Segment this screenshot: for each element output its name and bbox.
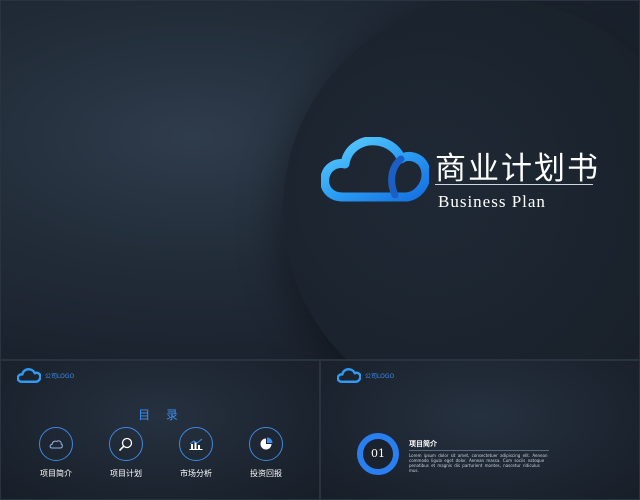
contents-slide-thumbnail[interactable]: 公司LOGO 目 录 项目简介 项目计划 市场分析 投资回报 bbox=[0, 360, 320, 500]
company-logo-text: 公司LOGO bbox=[45, 373, 75, 380]
section-number: 01 bbox=[371, 447, 385, 460]
cloud-icon bbox=[337, 368, 361, 383]
title-slide[interactable]: 商业计划书 Business Plan bbox=[0, 0, 640, 360]
toc-item-market[interactable]: 市场分析 bbox=[161, 427, 231, 479]
cloud-icon bbox=[49, 440, 63, 449]
toc-icon-ring bbox=[109, 427, 143, 461]
title-divider bbox=[435, 184, 593, 185]
section-divider bbox=[409, 450, 549, 451]
search-icon bbox=[119, 437, 133, 451]
company-logo-text: 公司LOGO bbox=[365, 373, 395, 380]
pie-chart-icon bbox=[260, 437, 273, 450]
section-body-text: Lorem ipsum dolor sit amet, consectetuer… bbox=[409, 453, 548, 473]
toc-item-investment[interactable]: 投资回报 bbox=[231, 427, 301, 479]
toc-item-label: 投资回报 bbox=[250, 469, 282, 478]
contents-heading: 目 录 bbox=[138, 408, 184, 422]
section-slide-thumbnail[interactable]: 公司LOGO 01 项目简介 Lorem ipsum dolor sit ame… bbox=[320, 360, 640, 500]
cloud-logo-icon bbox=[321, 137, 429, 202]
cloud-icon bbox=[17, 368, 41, 383]
presentation-subtitle: Business Plan bbox=[438, 192, 546, 211]
toc-item-label: 项目计划 bbox=[110, 469, 142, 478]
toc-icon-ring bbox=[39, 427, 73, 461]
presentation-title: 商业计划书 bbox=[435, 151, 600, 187]
toc-icon-ring bbox=[179, 427, 213, 461]
toc-item-label: 市场分析 bbox=[180, 469, 212, 478]
toc-icon-ring bbox=[249, 427, 283, 461]
bar-chart-icon bbox=[189, 438, 203, 450]
toc-item-label: 项目简介 bbox=[40, 469, 72, 478]
toc-item-intro[interactable]: 项目简介 bbox=[21, 427, 91, 479]
section-title: 项目简介 bbox=[409, 440, 437, 448]
toc-item-plan[interactable]: 项目计划 bbox=[91, 427, 161, 479]
